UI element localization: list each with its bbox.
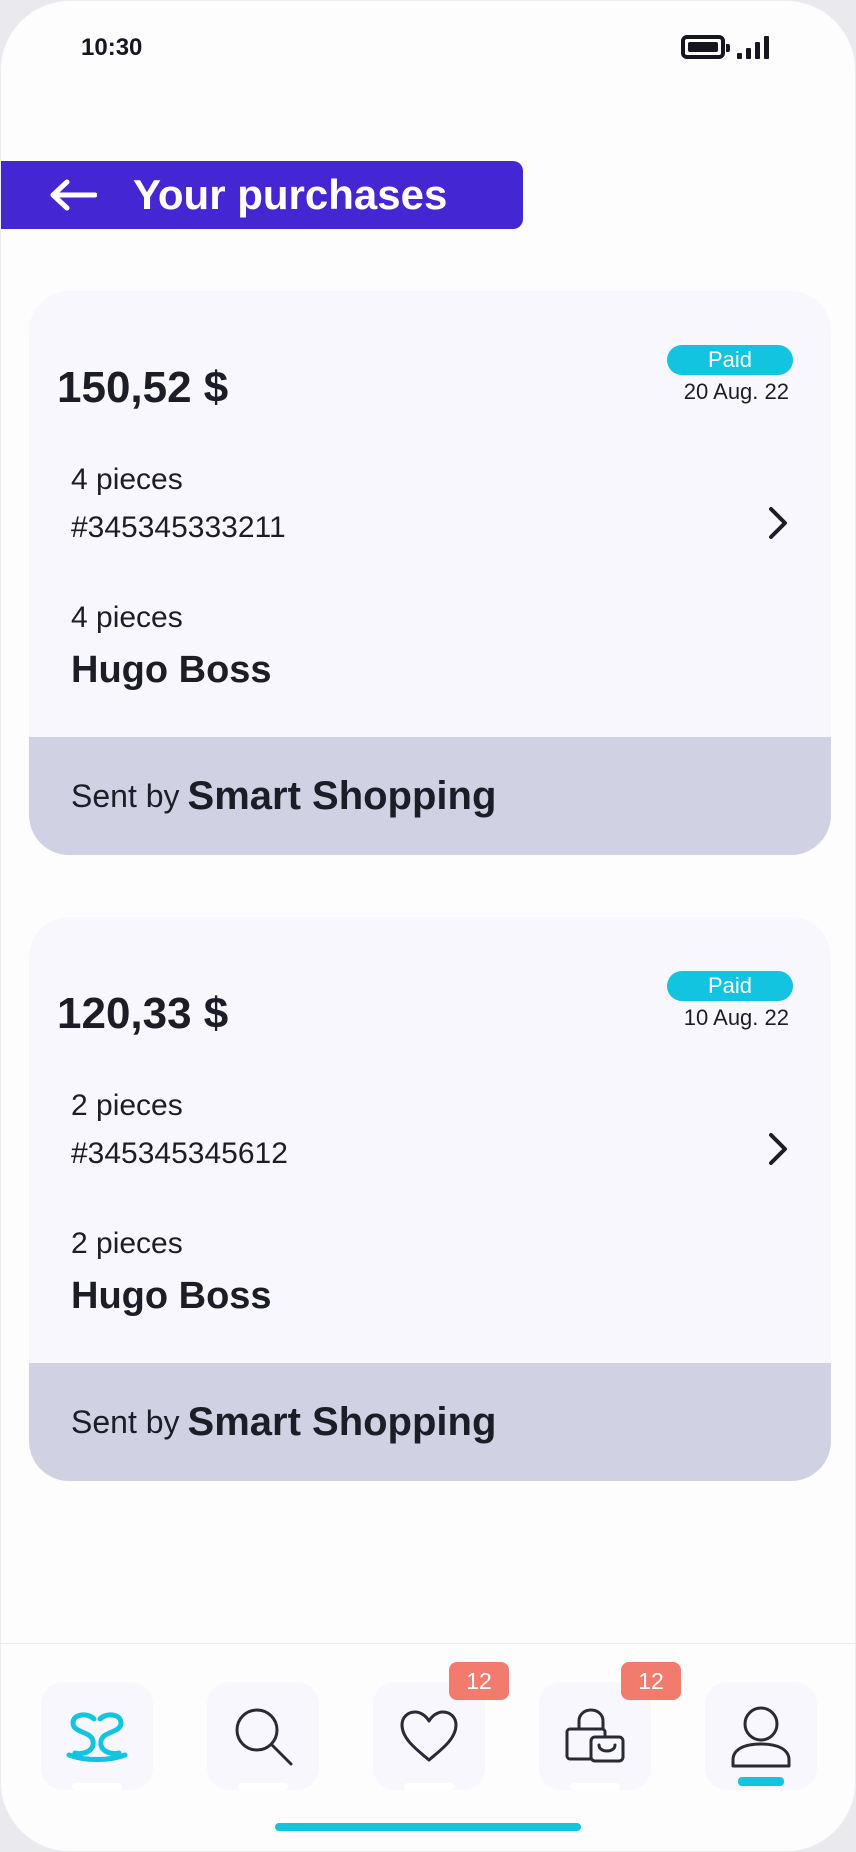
card-footer: Sent by Smart Shopping <box>29 737 831 855</box>
nav-search[interactable] <box>207 1682 319 1790</box>
brand-name: Hugo Boss <box>71 649 272 691</box>
nav-cart[interactable]: 12 <box>539 1662 681 1790</box>
status-icons <box>681 35 769 59</box>
status-badge: Paid <box>667 345 793 375</box>
sent-by-label: Sent by <box>71 1403 180 1440</box>
order-amount: 120,33 $ <box>57 989 229 1038</box>
page-header: Your purchases <box>1 161 523 229</box>
nav-underline <box>72 1783 122 1790</box>
bottom-nav: 12 12 <box>1 1643 855 1851</box>
heart-icon <box>400 1710 458 1762</box>
favorites-count-badge: 12 <box>449 1662 509 1700</box>
order-amount: 150,52 $ <box>57 363 229 412</box>
brand-pieces: 4 pieces <box>71 601 183 634</box>
nav-underline <box>570 1783 620 1790</box>
signal-icon <box>737 35 769 59</box>
card-footer: Sent by Smart Shopping <box>29 1363 831 1481</box>
order-number: #345345345612 <box>71 1137 288 1170</box>
chevron-right-icon[interactable] <box>763 505 793 541</box>
sent-by-label: Sent by <box>71 777 180 814</box>
logo-icon <box>66 1712 128 1762</box>
nav-underline <box>404 1783 454 1790</box>
home-indicator[interactable] <box>275 1823 581 1831</box>
nav-active-indicator <box>738 1777 784 1786</box>
chevron-right-icon[interactable] <box>763 1131 793 1167</box>
page-title: Your purchases <box>133 171 448 218</box>
order-card[interactable]: 150,52 $ Paid 20 Aug. 22 4 pieces #34534… <box>29 291 831 855</box>
order-number: #345345333211 <box>71 511 286 544</box>
battery-icon <box>681 35 730 59</box>
order-date: 10 Aug. 22 <box>683 1005 789 1030</box>
cart-count-badge: 12 <box>621 1662 681 1700</box>
order-card[interactable]: 120,33 $ Paid 10 Aug. 22 2 pieces #34534… <box>29 917 831 1481</box>
nav-underline <box>238 1783 288 1790</box>
phone-screen: 10:30 Your purchases 150,52 $ Paid 20 Au… <box>0 0 856 1852</box>
status-bar: 10:30 <box>1 1 855 97</box>
brand-name: Hugo Boss <box>71 1275 272 1317</box>
status-badge: Paid <box>667 971 793 1001</box>
nav-profile[interactable] <box>705 1682 817 1790</box>
brand-pieces: 2 pieces <box>71 1227 183 1260</box>
profile-icon <box>731 1706 791 1768</box>
order-pieces: 4 pieces <box>71 463 183 496</box>
shopping-bag-icon <box>565 1708 625 1763</box>
order-pieces: 2 pieces <box>71 1089 183 1122</box>
arrow-left-icon <box>50 179 97 211</box>
search-icon <box>235 1708 293 1766</box>
nav-home[interactable] <box>41 1682 153 1790</box>
sender-name: Smart Shopping <box>187 1399 497 1444</box>
back-button[interactable] <box>43 170 103 220</box>
nav-favorites[interactable]: 12 <box>373 1662 509 1790</box>
status-time: 10:30 <box>81 34 143 61</box>
sender-name: Smart Shopping <box>187 773 497 818</box>
order-date: 20 Aug. 22 <box>683 379 789 404</box>
